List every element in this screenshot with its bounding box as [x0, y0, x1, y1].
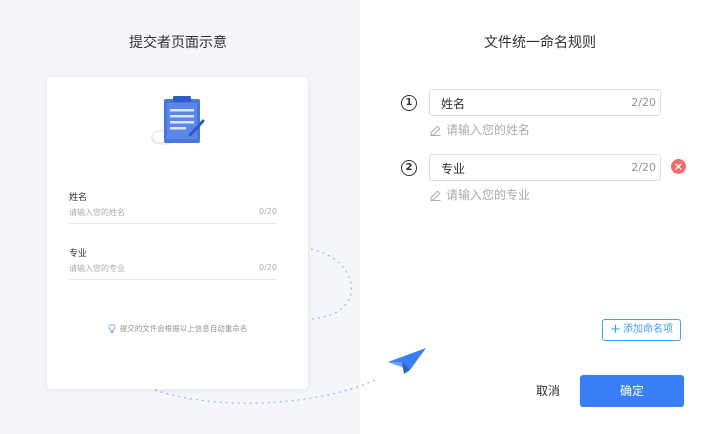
preview-major-placeholder: 请输入您的专业	[69, 264, 125, 273]
preview-major-label: 专业	[69, 249, 88, 259]
paper-plane-icon	[388, 348, 426, 374]
rule-2-hint[interactable]: 请输入您的专业	[430, 186, 530, 203]
pencil-icon	[430, 125, 441, 136]
preview-major-field: 请输入您的专业 0/20	[69, 262, 277, 280]
plus-icon: +	[610, 322, 621, 337]
add-naming-item-label: 添加命名项	[622, 324, 673, 335]
rule-number-2: 2	[401, 160, 417, 176]
clipboard-illustration	[151, 96, 205, 145]
rule-2-hint-text: 请输入您的专业	[446, 188, 531, 202]
add-naming-item-button[interactable]: + 添加命名项	[602, 319, 681, 341]
preview-name-placeholder: 请输入您的姓名	[69, 208, 125, 217]
submitter-preview-card: 姓名 请输入您的姓名 0/20 专业 请输入您的专业 0/20 提交的文件会根据…	[47, 77, 308, 389]
naming-rules-title: 文件统一命名规则	[484, 35, 596, 51]
cancel-button[interactable]: 取消	[526, 376, 570, 406]
preview-hint: 提交的文件会根据以上信息自动重命名	[47, 323, 308, 334]
rule-2-value: 专业	[441, 162, 466, 176]
rule-1-hint[interactable]: 请输入您的姓名	[430, 121, 530, 138]
rule-input-2[interactable]: 专业 2/20	[429, 154, 661, 181]
rule-2-count: 2/20	[631, 161, 656, 174]
rule-1-count: 2/20	[631, 96, 656, 109]
rule-input-1[interactable]: 姓名 2/20	[429, 89, 661, 116]
preview-hint-text: 提交的文件会根据以上信息自动重命名	[119, 324, 248, 333]
rule-1-value: 姓名	[441, 97, 466, 111]
preview-name-label: 姓名	[69, 193, 88, 203]
pencil-icon	[430, 190, 441, 201]
bulb-icon	[108, 324, 116, 334]
rule-1-hint-text: 请输入您的姓名	[446, 123, 531, 137]
preview-title: 提交者页面示意	[129, 35, 227, 51]
confirm-button[interactable]: 确定	[580, 375, 684, 407]
close-circle-icon[interactable]: ×	[671, 159, 686, 174]
preview-name-count: 0/20	[259, 207, 277, 216]
preview-name-field: 请输入您的姓名 0/20	[69, 206, 277, 224]
preview-major-count: 0/20	[259, 263, 277, 272]
rule-number-1: 1	[401, 95, 417, 111]
